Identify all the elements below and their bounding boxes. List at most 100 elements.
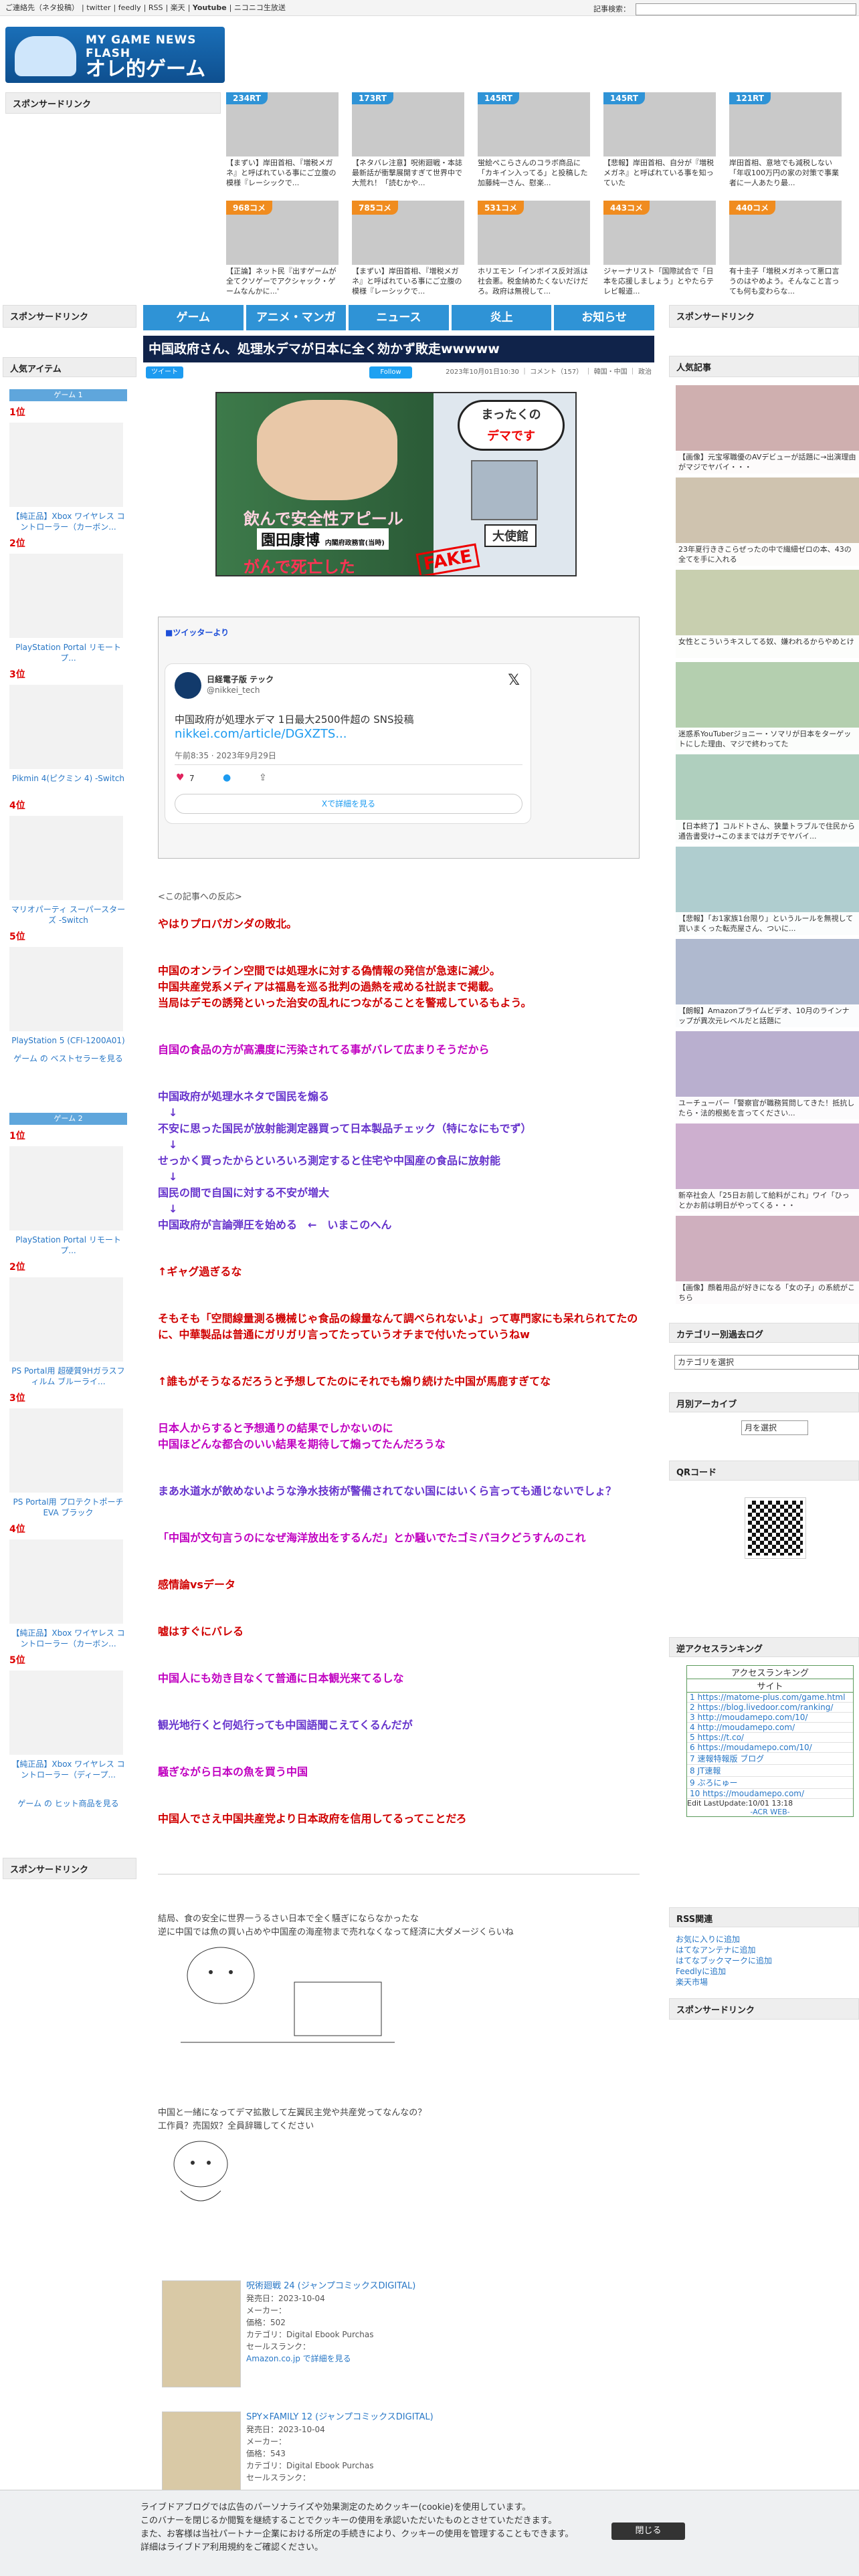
popular-article[interactable]: ユーチューバー「警察官が職務質問してきた！抵抗したら・法的根拠を言ってください.… — [676, 1031, 859, 1119]
nav-anime-manga[interactable]: アニメ・マンガ — [246, 305, 347, 330]
popular-article[interactable]: 【画像】顔着用品が好きになる「女の子」の系統がこちら — [676, 1216, 859, 1304]
product-label[interactable]: PlayStation Portal リモートプ... — [9, 642, 127, 663]
tweet-link[interactable]: nikkei.com/article/DGXZTS... — [175, 727, 347, 741]
top-link-twitter[interactable]: twitter — [86, 3, 110, 12]
access-row[interactable]: 10 https://moudamepo.com/ — [687, 1789, 853, 1799]
cookie-close-button[interactable]: 閉じる — [611, 2523, 685, 2540]
product-label[interactable]: 【純正品】Xbox ワイヤレス コントローラー（カーボン... — [9, 511, 127, 532]
access-row-site[interactable]: https://matome-plus.com/game.html — [697, 1693, 845, 1702]
product-label[interactable]: PS Portal用 プロテクトポーチEVA ブラック — [9, 1497, 127, 1518]
ranking-item[interactable]: 4位 【純正品】Xbox ワイヤレス コントローラー（カーボン... — [9, 1522, 127, 1649]
popular-article[interactable]: 女性とこういうキスしてる奴、嫌われるからやめとけ — [676, 570, 859, 658]
tweet-card[interactable]: 日経電子版 テック @nikkei_tech 𝕏 中国政府が処理水デマ 1日最大… — [165, 663, 531, 824]
product-image[interactable] — [9, 1277, 123, 1362]
access-row[interactable]: 7 速報特報版 ブログ — [687, 1753, 853, 1765]
product-label[interactable]: 【純正品】Xbox ワイヤレス コントローラー（ディープ... — [9, 1759, 127, 1780]
access-row[interactable]: 8 JT速報 — [687, 1765, 853, 1777]
product-label[interactable]: PlayStation 5 (CFI-1200A01) — [9, 1035, 127, 1046]
top-link-feedly[interactable]: feedly — [118, 3, 141, 12]
access-row-site[interactable]: http://moudamepo.com/10/ — [697, 1713, 807, 1722]
access-row[interactable]: 2 https://blog.livedoor.com/ranking/ — [687, 1703, 853, 1713]
ranking-item[interactable]: 3位 Pikmin 4(ピクミン 4) -Switch — [9, 667, 127, 784]
access-row[interactable]: 5 https://t.co/ — [687, 1733, 853, 1743]
rank-tile[interactable]: 234RT 【まずい】岸田首相、『増税メガネ』と呼ばれている事にご立腹の模様『レー… — [226, 92, 339, 199]
rss-link[interactable]: はてなアンテナに追加 — [676, 1945, 772, 1955]
access-ranking-web[interactable]: -ACR WEB- — [687, 1808, 853, 1816]
category-select[interactable]: カテゴリを選択 — [674, 1355, 859, 1370]
popular-article[interactable]: 迷惑系YouTuberジョニー・ソマリが日本をターゲットにした理由、マジで終わっ… — [676, 662, 859, 750]
ranking-item[interactable]: 5位 PlayStation 5 (CFI-1200A01) — [9, 930, 127, 1046]
rss-link[interactable]: 楽天市場 — [676, 1977, 772, 1988]
top-link-niconico[interactable]: ニコニコ生放送 — [234, 3, 286, 12]
rss-link[interactable]: Feedlyに追加 — [676, 1966, 772, 1977]
tweet-more-button[interactable]: Xで詳細を見る — [175, 794, 522, 814]
nav-news[interactable]: ニュース — [349, 305, 449, 330]
more-link-1[interactable]: ゲーム の ベストセラーを見る — [9, 1053, 127, 1064]
ranking-item[interactable]: 5位 【純正品】Xbox ワイヤレス コントローラー（ディープ... — [9, 1653, 127, 1780]
product-image[interactable] — [9, 685, 123, 769]
share-icon[interactable]: ⇪ — [259, 772, 267, 783]
rank-tile[interactable]: 785コメ 【まずい】岸田首相、『増税メガネ』と呼ばれている事にご立腹の模様『レー… — [352, 201, 464, 308]
access-row-site[interactable]: https://moudamepo.com/10/ — [697, 1743, 812, 1752]
access-row[interactable]: 9 ぶろにゅー — [687, 1777, 853, 1789]
access-row-site[interactable]: https://blog.livedoor.com/ranking/ — [697, 1703, 833, 1712]
access-row-site[interactable]: 速報特報版 ブログ — [697, 1754, 764, 1763]
more-link-2[interactable]: ゲーム の ヒット商品を見る — [9, 1798, 127, 1809]
rank-tile[interactable]: 173RT 【ネタバレ注意】呪術廻戦・本誌最新話が衝撃展開すぎて世界中で大荒れ！「… — [352, 92, 464, 199]
ranking-item[interactable]: 4位 マリオパーティ スーパースターズ -Switch — [9, 798, 127, 926]
access-row-site[interactable]: https://t.co/ — [697, 1733, 744, 1742]
product-image[interactable] — [9, 947, 123, 1031]
popular-article[interactable]: 新卒社会人「25日お前して給料がこれ」ワイ「ひっとかお前は明日がやってくる・・・ — [676, 1123, 859, 1212]
access-row[interactable]: 1 https://matome-plus.com/game.html — [687, 1693, 853, 1703]
product-label[interactable]: マリオパーティ スーパースターズ -Switch — [9, 904, 127, 926]
rank-tile[interactable]: 145RT 蛍絵ぺこらさんのコラボ商品に「カキイン入ってる」と投稿した加藤純一さん… — [478, 92, 590, 199]
popular-article[interactable]: 【朗報】Amazonプライムビデオ、10月のラインナップが異次元レベルだと話題に — [676, 939, 859, 1027]
popular-article[interactable]: 23年夏行ききこらぜったの中で繊細ゼロの本、43の全てを手に入れる — [676, 477, 859, 566]
ranking-item[interactable]: 2位 PS Portal用 超硬質9Hガラスフィルム ブルーライ... — [9, 1260, 127, 1387]
nav-enjo[interactable]: 炎上 — [451, 305, 552, 330]
access-row[interactable]: 3 http://moudamepo.com/10/ — [687, 1713, 853, 1723]
rss-link[interactable]: はてなブックマークに追加 — [676, 1955, 772, 1966]
tweet-button[interactable]: ツイート — [146, 366, 183, 379]
amazon-title[interactable]: SPY×FAMILY 12 (ジャンプコミックスDIGITAL) — [246, 2411, 434, 2424]
popular-article[interactable]: 【日本終了】コルドトさん、狭量トラブルで住民から通告書受け→このままではガチでヤ… — [676, 754, 859, 843]
ranking-item[interactable]: 2位 PlayStation Portal リモートプ... — [9, 536, 127, 663]
product-image[interactable] — [9, 816, 123, 900]
rank-tile[interactable]: 145RT 【悲報】岸田首相、自分が『増税メガネ』と呼ばれている事を知っていた — [603, 92, 716, 199]
amazon-item[interactable]: 呪術廻戦 24 (ジャンプコミックスDIGITAL) 発売日：2023-10-04… — [158, 2280, 559, 2407]
reply-icon[interactable]: ● — [223, 772, 231, 783]
ranking-item[interactable]: 1位 【純正品】Xbox ワイヤレス コントローラー（カーボン... — [9, 405, 127, 532]
top-link-rss[interactable]: RSS — [149, 3, 163, 12]
amazon-title[interactable]: 呪術廻戦 24 (ジャンプコミックスDIGITAL) — [246, 2280, 415, 2292]
access-row-site[interactable]: http://moudamepo.com/ — [697, 1723, 795, 1732]
access-row[interactable]: 4 http://moudamepo.com/ — [687, 1723, 853, 1733]
product-label[interactable]: PlayStation Portal リモートプ... — [9, 1235, 127, 1256]
product-image[interactable] — [9, 554, 123, 638]
popular-article[interactable]: 【悲報】「お1家族1台限り」というルールを無視して買いまくった転売屋さん、ついに… — [676, 847, 859, 935]
access-row-site[interactable]: https://moudamepo.com/ — [702, 1789, 804, 1798]
site-logo[interactable]: MY GAME NEWS FLASH オレ的ゲーム速報@JIN — [5, 27, 225, 83]
rank-tile[interactable]: 121RT 岸田首相、意地でも減税しない「年収100万円の家の対策で事業者に一人あ… — [729, 92, 842, 199]
month-select[interactable]: 月を選択 — [741, 1420, 808, 1435]
product-label[interactable]: PS Portal用 超硬質9Hガラスフィルム ブルーライ... — [9, 1366, 127, 1387]
popular-article[interactable]: 【画像】元宝塚職優のAVデビューが話題に→出演理由がマジでヤバイ・・・ — [676, 385, 859, 473]
top-link-contact[interactable]: ご連絡先（ネタ投稿） — [5, 3, 79, 12]
rank-tile[interactable]: 443コメ ジャーナリスト「国際試合で「日本を応援しましょう」とやたらテレビ報道.… — [603, 201, 716, 308]
ranking-item[interactable]: 3位 PS Portal用 プロテクトポーチEVA ブラック — [9, 1391, 127, 1518]
follow-button[interactable]: Follow — [369, 366, 412, 379]
access-row[interactable]: 6 https://moudamepo.com/10/ — [687, 1743, 853, 1753]
search-input[interactable] — [636, 3, 856, 15]
product-label[interactable]: Pikmin 4(ピクミン 4) -Switch — [9, 773, 127, 784]
product-image[interactable] — [9, 1146, 123, 1230]
nav-notice[interactable]: お知らせ — [554, 305, 654, 330]
top-link-youtube[interactable]: Youtube — [193, 3, 227, 12]
rank-tile[interactable]: 440コメ 有十圭子「増税メガネって悪口言うのはやめよう。そんなこと言っても何も変… — [729, 201, 842, 308]
rank-tile[interactable]: 531コメ ホリエモン「インボイス反対派は社会悪。税金納めたくないだけだろ。政府は… — [478, 201, 590, 308]
ranking-item[interactable]: 1位 PlayStation Portal リモートプ... — [9, 1129, 127, 1256]
access-row-site[interactable]: JT速報 — [697, 1766, 721, 1776]
product-label[interactable]: 【純正品】Xbox ワイヤレス コントローラー（カーボン... — [9, 1628, 127, 1649]
amazon-detail[interactable]: Amazon.co.jp で詳細を見る — [246, 2353, 415, 2365]
heart-icon[interactable]: ♥ — [176, 772, 185, 783]
top-link-rakuten[interactable]: 楽天 — [171, 3, 185, 12]
rank-tile[interactable]: 968コメ 【正論】ネット民『出すゲームが全てクソゲーでアクシャック・ゲームなんか… — [226, 201, 339, 308]
